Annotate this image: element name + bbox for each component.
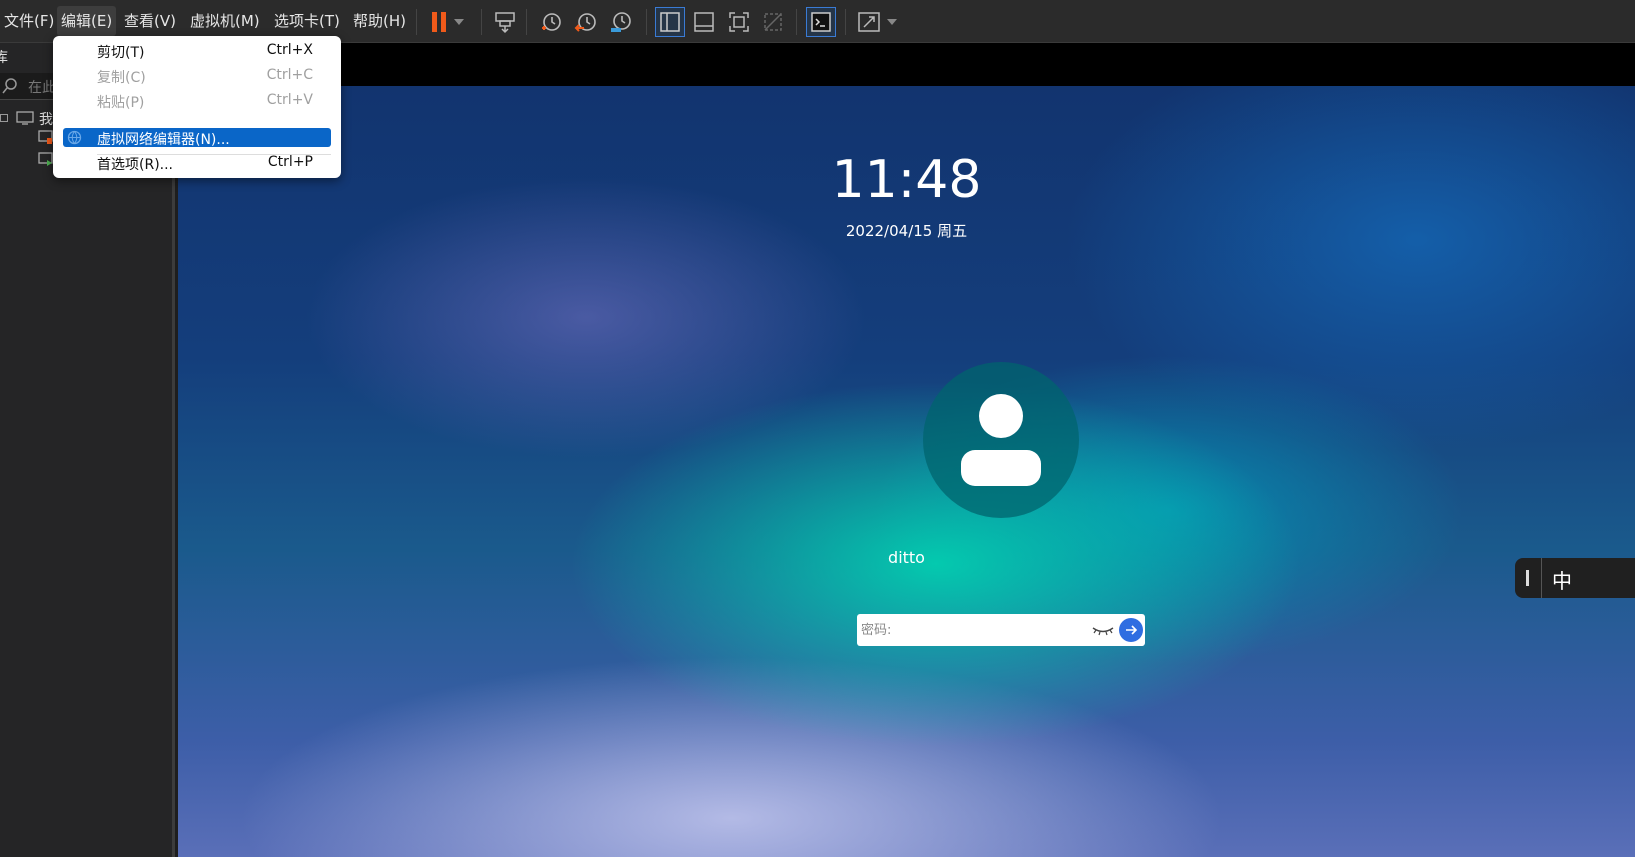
- toolbar-separator: [845, 9, 846, 35]
- dropdown-arrow-icon[interactable]: [449, 7, 469, 37]
- eye-closed-icon[interactable]: [1091, 622, 1115, 638]
- lock-date: 2022/04/15 周五: [845, 222, 968, 240]
- menu-item-shortcut: Ctrl+V: [266, 92, 313, 108]
- menu-item-label: 首选项(R)...: [97, 157, 174, 173]
- library-root-label: 我: [39, 112, 53, 128]
- toolbar-separator: [526, 9, 527, 35]
- vm-running-icon[interactable]: [38, 152, 54, 168]
- sidebar-toggle-icon[interactable]: [655, 7, 685, 37]
- toolbar-separator: [646, 9, 647, 35]
- computer-icon: [16, 111, 34, 125]
- snapshot-manager-icon[interactable]: [606, 7, 636, 37]
- library-title: 库: [0, 50, 8, 66]
- avatar[interactable]: [923, 362, 1079, 518]
- menu-file[interactable]: 文件(F): [0, 6, 58, 36]
- menu-item-cut[interactable]: 剪切(T) Ctrl+X: [63, 40, 331, 62]
- menu-item-label: 虚拟网络编辑器(N)...: [97, 132, 230, 148]
- menu-item-label: 复制(C): [97, 70, 146, 86]
- ime-handle-icon: [1526, 570, 1529, 586]
- search-icon: [2, 78, 17, 94]
- thumbnail-bar-icon[interactable]: [689, 7, 719, 37]
- menu-vm[interactable]: 虚拟机(M): [186, 6, 264, 36]
- fullscreen-icon[interactable]: [724, 7, 754, 37]
- toolbar-separator: [416, 9, 417, 35]
- ime-language-label: 中: [1552, 569, 1572, 593]
- menu-item-label: 剪切(T): [97, 45, 145, 61]
- vm-stopped-icon[interactable]: [38, 130, 54, 146]
- menu-item-shortcut: Ctrl+P: [267, 154, 313, 170]
- toolbar-separator: [481, 9, 482, 35]
- user-icon: [961, 394, 1041, 486]
- menu-item-shortcut: Ctrl+X: [266, 42, 313, 58]
- menu-item-virtual-network-editor[interactable]: 虚拟网络编辑器(N)...: [63, 128, 331, 148]
- collapse-icon[interactable]: [0, 114, 8, 122]
- lock-clock: 11:48: [831, 150, 982, 210]
- send-keys-icon[interactable]: [490, 7, 520, 37]
- revert-snapshot-icon[interactable]: [571, 7, 601, 37]
- toolbar-separator: [796, 9, 797, 35]
- arrow-right-icon: [1126, 625, 1138, 635]
- console-icon[interactable]: [806, 7, 836, 37]
- menu-item-paste: 粘贴(P) Ctrl+V: [63, 90, 331, 112]
- menu-item-label: 粘贴(P): [97, 95, 145, 111]
- edit-menu-dropdown: 剪切(T) Ctrl+X 复制(C) Ctrl+C 粘贴(P) Ctrl+V 虚…: [53, 36, 341, 178]
- menu-help[interactable]: 帮助(H): [349, 6, 410, 36]
- chevron-down-icon[interactable]: [883, 7, 901, 37]
- unlock-submit-button[interactable]: [1119, 618, 1143, 642]
- stretch-icon[interactable]: [854, 7, 884, 37]
- unity-icon[interactable]: [758, 7, 788, 37]
- vm-lock-screen[interactable]: 11:48 2022/04/15 周五 ditto 中: [178, 86, 1635, 857]
- ime-divider: [1541, 558, 1542, 598]
- menu-view[interactable]: 查看(V): [120, 6, 180, 36]
- username: ditto: [888, 548, 925, 567]
- password-box: [857, 614, 1145, 646]
- network-globe-icon: [67, 130, 82, 145]
- vm-top-strip: [178, 43, 1635, 86]
- password-input[interactable]: [857, 614, 1087, 646]
- menu-item-preferences[interactable]: 首选项(R)... Ctrl+P: [63, 152, 331, 174]
- menu-edit[interactable]: 编辑(E): [57, 6, 117, 36]
- ime-indicator[interactable]: 中: [1515, 558, 1635, 598]
- menu-tabs[interactable]: 选项卡(T): [270, 6, 344, 36]
- menu-item-copy: 复制(C) Ctrl+C: [63, 65, 331, 87]
- menu-item-shortcut: Ctrl+C: [266, 67, 313, 83]
- search-placeholder: 在此: [28, 80, 56, 96]
- snapshot-icon[interactable]: [536, 7, 566, 37]
